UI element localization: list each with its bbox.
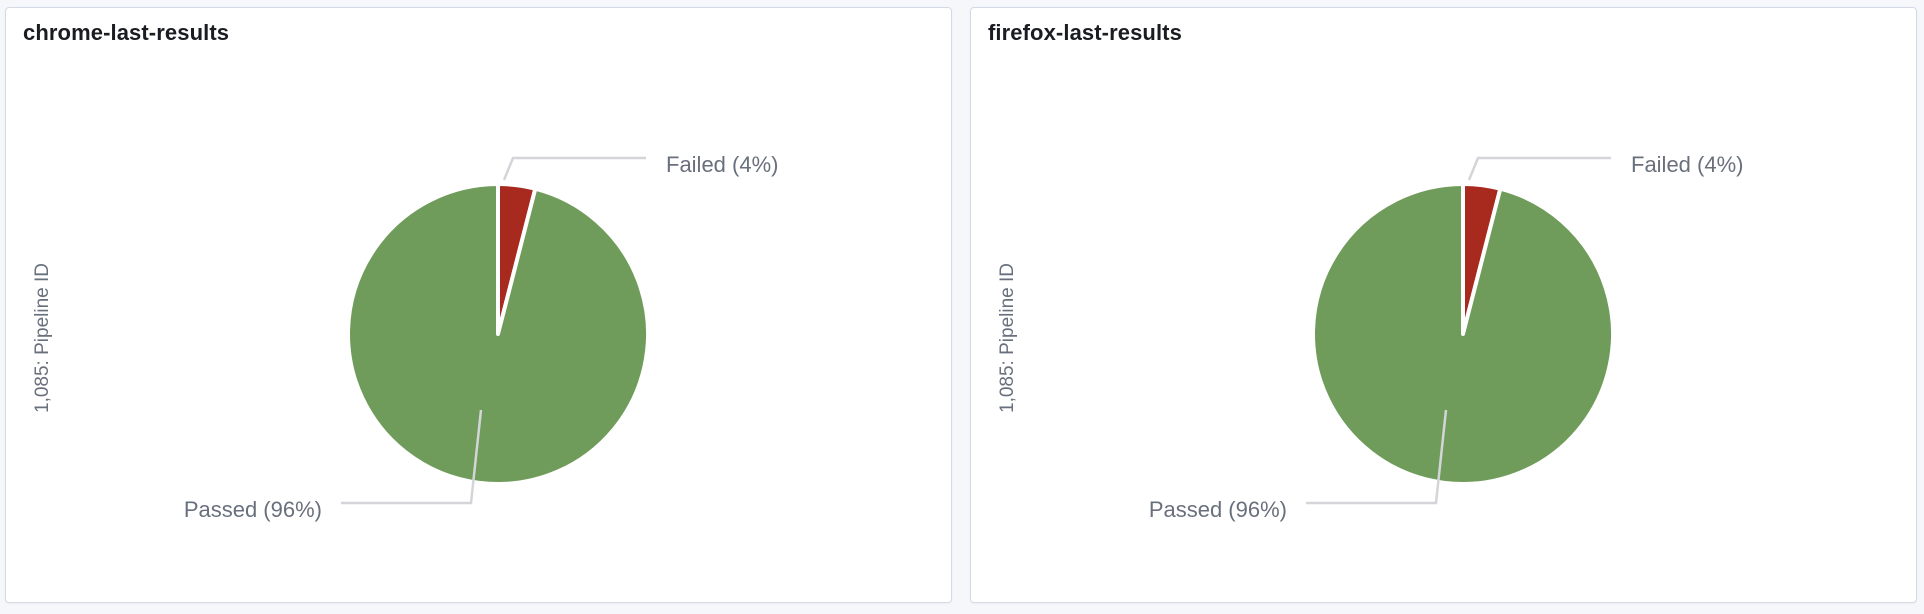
leader-line-failed (1467, 156, 1611, 181)
panel-chrome-last-results[interactable]: chrome-last-results 1,085: Pipeline ID F… (5, 7, 952, 603)
y-axis-label: 1,085: Pipeline ID (997, 263, 1018, 413)
pie-slices (346, 182, 650, 486)
pie-slices (1311, 182, 1615, 486)
panel-firefox-last-results[interactable]: firefox-last-results 1,085: Pipeline ID … (970, 7, 1917, 603)
dashboard: chrome-last-results 1,085: Pipeline ID F… (0, 0, 1924, 614)
slice-label-failed: Failed (4%) (1631, 152, 1743, 177)
y-axis-label: 1,085: Pipeline ID (32, 263, 53, 413)
slice-label-passed: Passed (96%) (1149, 497, 1287, 522)
pie-slice-passed[interactable] (1311, 182, 1615, 486)
slice-label-passed: Passed (96%) (184, 497, 322, 522)
pie-chart: 1,085: Pipeline ID Failed (4%) Passed (9… (997, 152, 1743, 522)
leader-line-failed (502, 156, 646, 181)
pie-chart: 1,085: Pipeline ID Failed (4%) Passed (9… (32, 152, 778, 522)
slice-label-failed: Failed (4%) (666, 152, 778, 177)
pie-slice-passed[interactable] (346, 182, 650, 486)
